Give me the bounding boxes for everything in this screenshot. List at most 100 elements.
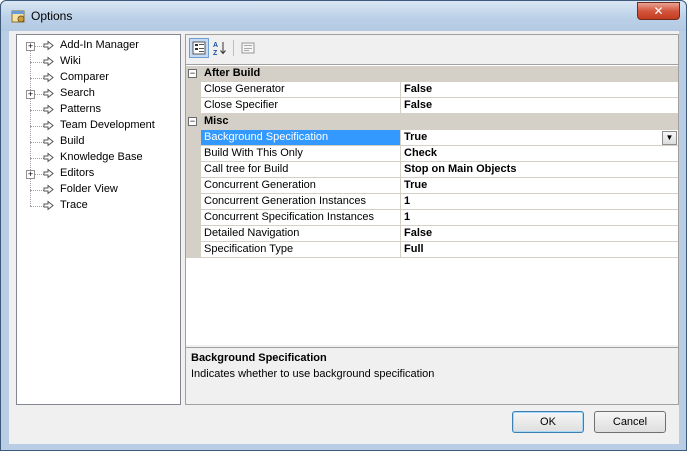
property-value[interactable]: Full (401, 242, 678, 258)
row-gutter (186, 146, 201, 162)
expand-icon[interactable]: + (26, 42, 35, 51)
svg-text:A: A (213, 42, 218, 49)
close-button[interactable]: ✕ (637, 2, 680, 20)
property-value[interactable]: 1 (401, 210, 678, 226)
property-row[interactable]: Concurrent Generation Instances 1 (186, 194, 678, 210)
tree-item-label: Editors (60, 167, 95, 179)
property-name[interactable]: Background Specification (201, 130, 401, 146)
arrow-icon (43, 120, 54, 131)
tree-item[interactable]: Wiki (17, 54, 180, 70)
tree-item[interactable]: Build (17, 134, 180, 150)
tree-connector (30, 126, 44, 127)
arrow-icon (43, 56, 54, 67)
property-value[interactable]: Check (401, 146, 678, 162)
property-value-text: False (404, 99, 433, 111)
property-name[interactable]: Build With This Only (201, 146, 401, 162)
property-row[interactable]: Specification Type Full (186, 242, 678, 258)
window-title: Options (31, 9, 73, 23)
app-icon (11, 10, 25, 23)
property-value[interactable]: Stop on Main Objects (401, 162, 678, 178)
property-value[interactable]: False (401, 98, 678, 114)
tree-item[interactable]: + Editors (17, 166, 180, 182)
tree-connector (30, 190, 44, 191)
alphabetical-button[interactable]: A Z (210, 38, 230, 58)
cancel-button[interactable]: Cancel (594, 411, 666, 433)
arrow-icon (43, 104, 54, 115)
tree-connector (30, 110, 44, 111)
tree-item[interactable]: Comparer (17, 70, 180, 86)
property-value[interactable]: False (401, 226, 678, 242)
title-bar[interactable]: Options ✕ (1, 1, 686, 31)
chevron-down-icon: ▼ (665, 133, 674, 142)
tree-item-label: Team Development (60, 119, 155, 131)
tree-item[interactable]: Patterns (17, 102, 180, 118)
property-name[interactable]: Concurrent Specification Instances (201, 210, 401, 226)
arrow-icon (43, 72, 54, 83)
expand-icon[interactable]: + (26, 170, 35, 179)
property-value-text: Stop on Main Objects (404, 163, 517, 175)
description-pane: Background Specification Indicates wheth… (186, 347, 678, 404)
arrow-icon (43, 168, 54, 179)
arrow-icon (43, 136, 54, 147)
property-row[interactable]: Call tree for Build Stop on Main Objects (186, 162, 678, 178)
property-row[interactable]: Concurrent Specification Instances 1 (186, 210, 678, 226)
property-row[interactable]: Background Specification True ▼ (186, 130, 678, 146)
property-row[interactable]: Close Generator False (186, 82, 678, 98)
tree-item[interactable]: Folder View (17, 182, 180, 198)
tree-item-label: Trace (60, 199, 88, 211)
tree-connector (30, 142, 44, 143)
dropdown-button[interactable]: ▼ (662, 131, 677, 145)
property-value-text: False (404, 227, 433, 239)
tree-connector (30, 206, 44, 207)
tree-item-label: Folder View (60, 183, 118, 195)
property-grid-rows: − After Build Close Generator False Close Sp… (186, 64, 678, 345)
property-name[interactable]: Detailed Navigation (201, 226, 401, 242)
tree-connector (30, 78, 44, 79)
property-value-text: 1 (404, 195, 411, 207)
toolbar-separator (233, 40, 234, 56)
property-value-text: True (404, 179, 428, 191)
property-name[interactable]: Close Generator (201, 82, 401, 98)
arrow-icon (43, 152, 54, 163)
row-gutter (186, 194, 201, 210)
row-gutter (186, 162, 201, 178)
category-row[interactable]: − Misc (186, 114, 678, 130)
property-value[interactable]: 1 (401, 194, 678, 210)
ok-button[interactable]: OK (512, 411, 584, 433)
close-icon: ✕ (653, 4, 664, 18)
categorized-icon (192, 41, 206, 55)
property-name[interactable]: Specification Type (201, 242, 401, 258)
tree-item[interactable]: + Add-In Manager (17, 38, 180, 54)
category-label: After Build (204, 67, 261, 79)
property-name[interactable]: Concurrent Generation Instances (201, 194, 401, 210)
tree-item[interactable]: + Search (17, 86, 180, 102)
row-gutter (186, 130, 201, 146)
row-gutter (186, 210, 201, 226)
category-row[interactable]: − After Build (186, 66, 678, 82)
property-name[interactable]: Call tree for Build (201, 162, 401, 178)
property-name[interactable]: Close Specifier (201, 98, 401, 114)
tree-item-label: Wiki (60, 55, 81, 67)
expand-icon[interactable]: + (26, 90, 35, 99)
tree-item[interactable]: Team Development (17, 118, 180, 134)
categorized-button[interactable] (189, 38, 209, 58)
tree-item[interactable]: Knowledge Base (17, 150, 180, 166)
description-text: Indicates whether to use background spec… (191, 368, 435, 380)
property-row[interactable]: Concurrent Generation True (186, 178, 678, 194)
property-grid-toolbar: A Z (186, 35, 678, 61)
property-pages-button[interactable] (238, 38, 258, 58)
property-value[interactable]: True ▼ (401, 130, 678, 146)
property-row[interactable]: Build With This Only Check (186, 146, 678, 162)
property-name[interactable]: Concurrent Generation (201, 178, 401, 194)
row-gutter (186, 178, 201, 194)
alphabetical-icon: A Z (213, 42, 226, 56)
tree-item[interactable]: Trace (17, 198, 180, 214)
property-pages-icon (241, 42, 255, 54)
collapse-icon[interactable]: − (188, 69, 197, 78)
collapse-icon[interactable]: − (188, 117, 197, 126)
options-tree[interactable]: + Add-In Manager Wiki Comparer + Search Patter… (16, 34, 181, 405)
property-row[interactable]: Detailed Navigation False (186, 226, 678, 242)
property-row[interactable]: Close Specifier False (186, 98, 678, 114)
property-value[interactable]: True (401, 178, 678, 194)
property-value[interactable]: False (401, 82, 678, 98)
